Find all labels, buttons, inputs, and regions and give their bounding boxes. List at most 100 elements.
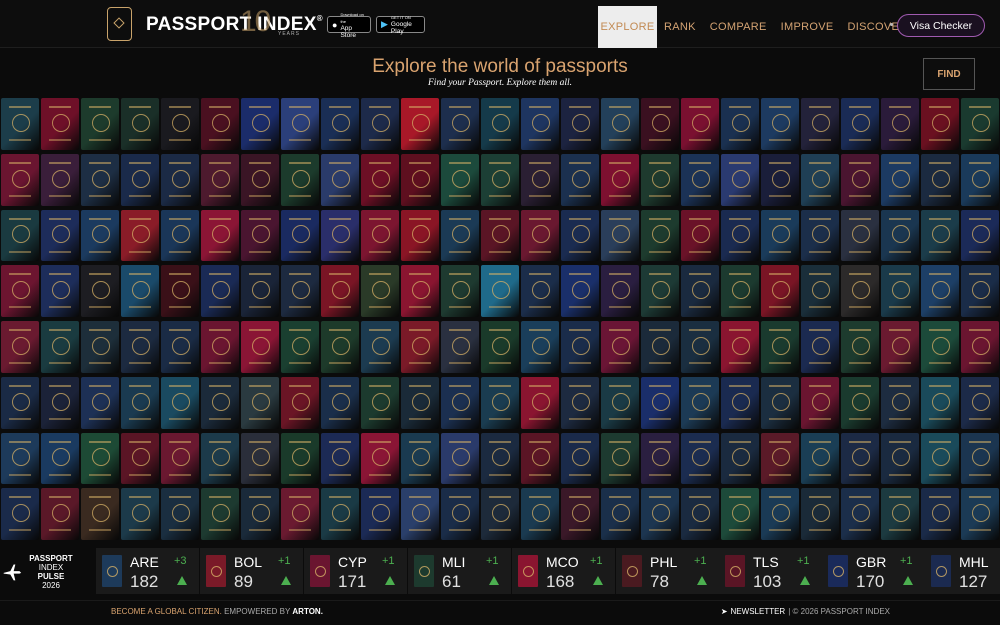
passport-cover[interactable] [641,321,679,373]
find-button[interactable]: FIND [923,58,975,90]
passport-cover[interactable] [281,321,319,373]
passport-cover[interactable] [561,153,599,206]
passport-cover[interactable] [1,432,39,485]
passport-cover[interactable] [841,376,879,429]
passport-cover[interactable] [921,321,959,373]
pulse-card[interactable]: ARE 182 +3 [96,548,199,594]
passport-cover[interactable] [41,265,79,317]
arton-link[interactable]: ARTON. [292,607,323,616]
passport-cover[interactable] [801,376,839,429]
passport-cover[interactable] [481,321,519,373]
passport-cover[interactable] [1,321,39,373]
passport-cover[interactable] [241,153,279,206]
passport-cover[interactable] [921,488,959,540]
passport-cover[interactable] [761,153,799,206]
passport-cover[interactable] [961,98,999,150]
passport-cover[interactable] [521,376,559,429]
nav-rank[interactable]: RANK [657,6,703,48]
pulse-card[interactable]: MLI 61 +1 [408,548,511,594]
passport-cover[interactable] [881,488,919,540]
passport-cover[interactable] [321,153,359,206]
passport-cover[interactable] [601,488,639,540]
passport-cover[interactable] [41,98,79,150]
passport-cover[interactable] [41,376,79,429]
passport-cover[interactable] [241,98,279,150]
passport-cover[interactable] [681,265,719,317]
passport-cover[interactable] [401,488,439,540]
passport-cover[interactable] [161,209,199,262]
passport-cover[interactable] [161,98,199,150]
passport-cover[interactable] [961,209,999,262]
passport-cover[interactable] [481,432,519,485]
passport-cover[interactable] [361,265,399,317]
passport-cover[interactable] [361,376,399,429]
passport-cover[interactable] [1,153,39,206]
passport-cover[interactable] [761,98,799,150]
passport-cover[interactable] [921,98,959,150]
passport-cover[interactable] [321,432,359,485]
passport-cover[interactable] [801,153,839,206]
passport-cover[interactable] [161,321,199,373]
passport-cover[interactable] [841,153,879,206]
passport-cover[interactable] [721,98,759,150]
passport-cover[interactable] [361,98,399,150]
passport-cover[interactable] [201,376,239,429]
passport-cover[interactable] [961,265,999,317]
google-play-button[interactable]: ▶ GET IT ON Google Play [376,15,425,35]
passport-cover[interactable] [441,488,479,540]
passport-cover[interactable] [561,265,599,317]
passport-cover[interactable] [881,321,919,373]
passport-cover[interactable] [561,98,599,150]
passport-cover[interactable] [201,153,239,206]
passport-cover[interactable] [401,98,439,150]
passport-cover[interactable] [601,98,639,150]
pulse-card[interactable]: MHL 127 [925,548,1000,594]
pulse-card[interactable]: PHL 78 +1 [616,548,719,594]
passport-cover[interactable] [481,153,519,206]
passport-cover[interactable] [121,432,159,485]
passport-cover[interactable] [1,376,39,429]
passport-cover[interactable] [281,376,319,429]
passport-cover[interactable] [441,376,479,429]
passport-cover[interactable] [281,488,319,540]
passport-cover[interactable] [681,432,719,485]
passport-cover[interactable] [961,153,999,206]
passport-cover[interactable] [361,321,399,373]
passport-cover[interactable] [81,98,119,150]
passport-cover[interactable] [161,376,199,429]
passport-cover[interactable] [161,488,199,540]
passport-cover[interactable] [401,153,439,206]
passport-cover[interactable] [41,209,79,262]
passport-cover[interactable] [441,153,479,206]
passport-cover[interactable] [601,209,639,262]
passport-cover[interactable] [401,209,439,262]
passport-cover[interactable] [641,153,679,206]
passport-cover[interactable] [801,432,839,485]
passport-cover[interactable] [521,98,559,150]
passport-cover[interactable] [761,488,799,540]
passport-cover[interactable] [681,153,719,206]
passport-cover[interactable] [721,265,759,317]
passport-cover[interactable] [921,265,959,317]
passport-cover[interactable] [681,488,719,540]
passport-cover[interactable] [81,209,119,262]
passport-cover[interactable] [1,488,39,540]
passport-cover[interactable] [201,321,239,373]
passport-cover[interactable] [481,265,519,317]
passport-cover[interactable] [81,432,119,485]
passport-cover[interactable] [761,265,799,317]
passport-cover[interactable] [161,153,199,206]
passport-cover[interactable] [641,265,679,317]
passport-cover[interactable] [481,209,519,262]
passport-cover[interactable] [761,432,799,485]
passport-cover[interactable] [241,432,279,485]
passport-cover[interactable] [281,432,319,485]
app-store-button[interactable]: ● Download on the App Store [327,12,371,39]
passport-cover[interactable] [521,321,559,373]
passport-cover[interactable] [321,321,359,373]
pulse-card[interactable]: GBR 170 +1 [822,548,925,594]
passport-cover[interactable] [841,209,879,262]
passport-cover[interactable] [1,265,39,317]
passport-cover[interactable] [801,98,839,150]
passport-cover[interactable] [241,209,279,262]
